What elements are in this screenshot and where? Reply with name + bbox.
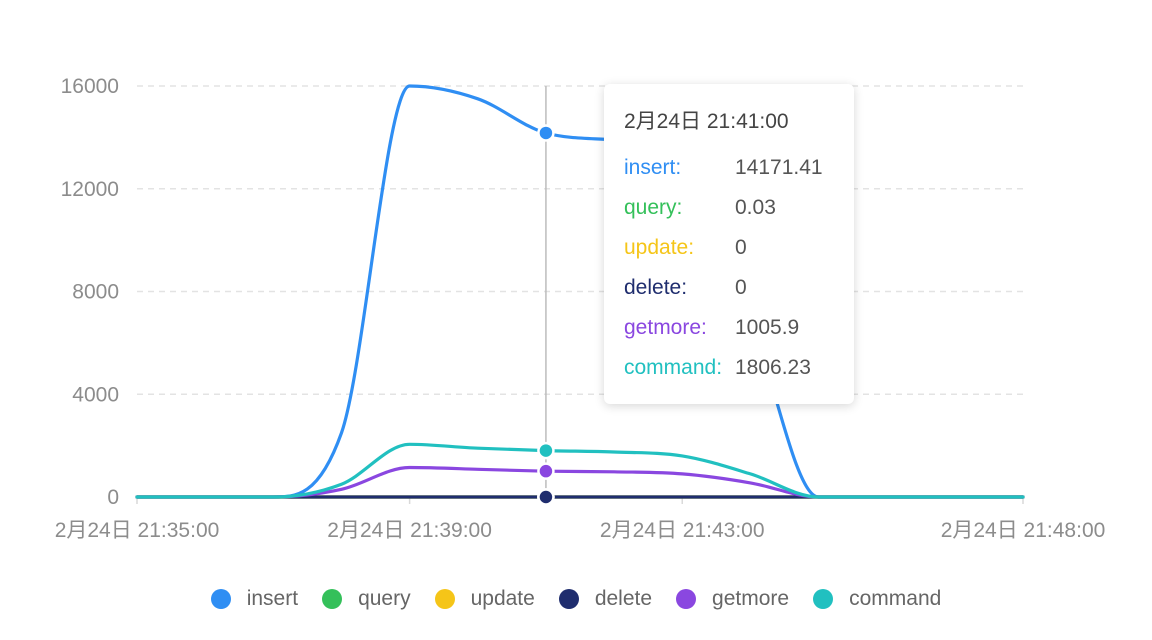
tooltip-series-value: 0 <box>735 236 747 259</box>
tooltip-row-query: query: 0.03 <box>624 188 834 228</box>
tooltip-series-value: 0 <box>735 276 747 299</box>
legend-dot-icon <box>558 589 579 609</box>
tooltip-series-name: command: <box>624 356 723 379</box>
hover-marker-command <box>537 441 555 460</box>
legend-dot-icon <box>210 589 231 609</box>
y-tick-label: 12000 <box>61 178 119 201</box>
tooltip-series-value: 1806.23 <box>735 356 811 379</box>
tooltip-series-name: getmore: <box>624 316 707 339</box>
tooltip-series-name: insert: <box>624 156 682 179</box>
series-line-getmore <box>135 465 1025 499</box>
legend-item-delete[interactable]: delete <box>558 587 653 611</box>
tooltip-series-name: update: <box>624 236 695 259</box>
legend-label: command <box>849 587 942 610</box>
y-tick-label: 16000 <box>61 75 119 98</box>
hover-marker-delete <box>537 488 555 506</box>
legend-item-query[interactable]: query <box>322 587 411 611</box>
tooltip: 2月24日 21:41:00 insert: 14171.41 query: 0… <box>604 84 854 404</box>
tooltip-row-insert: insert: 14171.41 <box>624 148 834 188</box>
tooltip-row-update: update: 0 <box>624 228 834 268</box>
legend-item-insert[interactable]: insert <box>210 587 299 611</box>
x-axis-ticks: 2月24日 21:35:00 2月24日 21:39:00 2月24日 21:43:… <box>55 497 1106 542</box>
legend-dot-icon <box>813 589 834 609</box>
grid-lines <box>137 85 1023 395</box>
legend-label: delete <box>594 587 653 610</box>
legend-dot-icon <box>322 589 343 609</box>
tooltip-series-name: query: <box>624 196 683 219</box>
legend-label: getmore <box>712 587 790 610</box>
hover-marker-insert <box>537 124 555 142</box>
tooltip-series-value: 1005.9 <box>735 316 800 339</box>
tooltip-series-value: 0.03 <box>735 196 776 219</box>
legend-item-update[interactable]: update <box>434 587 535 611</box>
y-axis-ticks: 0 4000 8000 12000 16000 <box>61 75 119 509</box>
tooltip-series-value: 14171.41 <box>735 156 823 179</box>
y-tick-label: 4000 <box>72 383 119 406</box>
x-tick-label: 2月24日 21:39:00 <box>327 519 492 542</box>
tooltip-row-getmore: getmore: 1005.9 <box>624 308 834 348</box>
y-tick-label: 0 <box>107 486 119 509</box>
legend-item-command[interactable]: command <box>813 587 941 611</box>
legend-dot-icon <box>676 589 697 609</box>
tooltip-series-name: delete: <box>624 276 688 299</box>
legend-item-getmore[interactable]: getmore <box>676 587 789 611</box>
x-tick-label: 2月24日 21:48:00 <box>941 519 1106 542</box>
line-chart: 0400080001200016000 2月24日 21:35:00 2月24日 … <box>55 75 1106 542</box>
legend-label: update <box>470 587 535 610</box>
y-tick-label: 8000 <box>72 281 119 304</box>
legend-dot-icon <box>434 589 455 609</box>
chart-container: 0 4000 8000 12000 16000 2月24日 21:35:00 2月24日 … <box>0 0 1152 640</box>
legend-label: query <box>358 587 411 610</box>
hover-marker-getmore <box>537 462 555 480</box>
x-tick-label: 2月24日 21:43:00 <box>600 519 765 542</box>
tooltip-row-command: command: 1806.23 <box>624 348 834 388</box>
legend-label: insert <box>246 587 299 610</box>
legend: insert query update delete getmore comma… <box>0 587 1152 611</box>
x-tick-label: 2月24日 21:35:00 <box>55 519 220 542</box>
tooltip-row-delete: delete: 0 <box>624 268 834 308</box>
tooltip-title: 2月24日 21:41:00 <box>624 110 789 133</box>
